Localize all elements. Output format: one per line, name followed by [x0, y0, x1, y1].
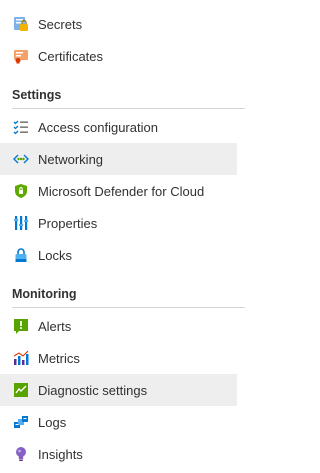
menu-item-label: Logs	[38, 414, 67, 430]
menu-item-logs[interactable]: Logs	[0, 406, 237, 438]
key-vault-secret-icon	[12, 16, 29, 33]
logs-icon	[12, 414, 29, 431]
menu-item-insights[interactable]: Insights	[0, 438, 237, 470]
menu-item-defender-for-cloud[interactable]: Microsoft Defender for Cloud	[0, 175, 237, 207]
menu-item-access-configuration[interactable]: Access configuration	[0, 111, 237, 143]
menu-item-label: Locks	[38, 247, 72, 263]
properties-icon	[12, 215, 29, 232]
checklist-icon	[12, 119, 29, 136]
lock-icon	[12, 247, 29, 264]
networking-icon	[12, 151, 29, 168]
menu-item-label: Access configuration	[38, 119, 158, 135]
menu-item-secrets[interactable]: Secrets	[0, 8, 237, 40]
menu-item-label: Certificates	[38, 48, 104, 64]
defender-shield-icon	[12, 183, 29, 200]
menu-item-label: Properties	[38, 215, 98, 231]
section-heading-monitoring: Monitoring	[12, 287, 77, 301]
menu-item-diagnostic-settings[interactable]: Diagnostic settings	[0, 374, 237, 406]
resource-menu: Secrets Certificates Settings Access con…	[0, 8, 245, 470]
menu-item-label: Secrets	[38, 16, 83, 32]
alerts-icon	[12, 318, 29, 335]
insights-bulb-icon	[12, 446, 29, 463]
menu-item-locks[interactable]: Locks	[0, 239, 237, 271]
certificate-icon	[12, 48, 29, 65]
menu-item-label: Microsoft Defender for Cloud	[38, 183, 205, 199]
menu-item-label: Metrics	[38, 350, 80, 366]
menu-item-label: Insights	[38, 446, 83, 462]
diagnostic-settings-icon	[12, 382, 29, 399]
menu-item-alerts[interactable]: Alerts	[0, 310, 237, 342]
metrics-icon	[12, 350, 29, 367]
menu-item-metrics[interactable]: Metrics	[0, 342, 237, 374]
menu-item-certificates[interactable]: Certificates	[0, 40, 237, 72]
menu-item-label: Networking	[38, 151, 104, 167]
menu-item-label: Diagnostic settings	[38, 382, 148, 398]
section-heading-settings: Settings	[12, 88, 62, 102]
menu-item-properties[interactable]: Properties	[0, 207, 237, 239]
menu-item-label: Alerts	[38, 318, 72, 334]
menu-item-networking[interactable]: Networking	[0, 143, 237, 175]
